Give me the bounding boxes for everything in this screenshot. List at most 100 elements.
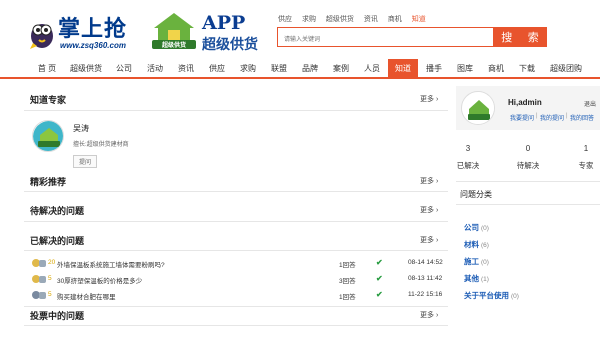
solved-row[interactable]: 5 购买建材合肥在哪里 1回答 ✔ 11-22 15:16 [24,290,448,302]
stat-solved-value: 3 [465,144,471,153]
check-icon: ✔ [376,258,383,267]
nav-events[interactable]: 活动 [145,59,165,79]
voting-more-link[interactable]: 更多 › [420,310,438,320]
divider [456,204,600,205]
nav-brand[interactable]: 品牌 [300,59,320,79]
coin-icon [39,292,46,299]
stat-experts-label: 专家 [578,161,594,170]
expert-avatar-icon [33,121,63,151]
separator: | [536,113,538,119]
pending-more-link[interactable]: 更多 › [420,205,438,215]
divider [24,191,448,192]
stat-pending-value: 0 [525,144,531,153]
toplink-shangji[interactable]: 商机 [388,16,402,23]
user-panel: Hi,admin 退出 我要提问 | 我的提问 | 我的回答 [456,86,600,130]
nav-company[interactable]: 公司 [114,59,134,79]
search-box: 搜 索 [277,27,547,49]
my-answers-link[interactable]: 我的回答 [570,113,594,122]
nav-home[interactable]: 首 页 [36,59,58,79]
category-name[interactable]: 关于平台使用 [464,291,509,300]
nav-gallery[interactable]: 图库 [455,59,475,79]
categories-title: 问题分类 [460,190,492,199]
nav-news[interactable]: 资讯 [176,59,196,79]
divider [24,306,448,307]
question-link[interactable]: 购买建材合肥在哪里 [57,291,116,301]
toplink-gongying[interactable]: 供应 [278,16,292,23]
nav-alliance[interactable]: 联盟 [269,59,289,79]
solved-row[interactable]: 20 外墙保温板系统施工墙体需要粉刷吗? 1回答 ✔ 08-14 14:52 [24,258,448,270]
toplink-qiugou[interactable]: 求购 [302,16,316,23]
divider [24,325,448,326]
nav-cases[interactable]: 案例 [331,59,351,79]
nav-people[interactable]: 人员 [362,59,382,79]
category-count: (6) [481,242,489,249]
answer-count: 1回答 [339,294,356,301]
search-input[interactable] [278,31,488,49]
user-avatar[interactable] [461,91,495,125]
stat-pending-label: 待解决 [516,161,540,170]
check-icon: ✔ [376,274,383,283]
reward-points: 5 [48,275,52,282]
site-logo[interactable]: 掌上抢 www.zsq360.com [24,10,144,52]
nav-chaoji[interactable]: 超级供货 [68,59,104,79]
experts-title: 知道专家 [30,95,67,105]
category-count: (0) [481,259,489,266]
expert-avatar[interactable] [32,120,64,152]
ask-expert-button[interactable]: 提问 [73,155,98,168]
question-date: 08-14 14:52 [408,259,443,266]
question-link[interactable]: 30厚挤塑保温板的价格是多少 [57,275,142,285]
search-button[interactable]: 搜 索 [493,27,547,47]
featured-more-link[interactable]: 更多 › [420,176,438,186]
solved-more-link[interactable]: 更多 › [420,235,438,245]
category-name[interactable]: 公司 [464,223,479,232]
logout-link[interactable]: 退出 [584,99,596,108]
nav-download[interactable]: 下载 [517,59,537,79]
my-questions-link[interactable]: 我的提问 [540,113,564,122]
nav-boshou[interactable]: 播手 [424,59,444,79]
mascot-icon [30,24,53,49]
category-item[interactable]: 材料 (6) [464,239,489,250]
question-link[interactable]: 外墙保温板系统施工墙体需要粉刷吗? [57,259,165,269]
stat-experts-value: 1 [583,144,589,153]
category-count: (0) [481,225,489,232]
answer-count: 3回答 [339,278,356,285]
toplink-chaoji[interactable]: 超级供货 [326,16,354,23]
solved-row[interactable]: 5 30厚挤塑保温板的价格是多少 3回答 ✔ 08-13 11:42 [24,274,448,286]
category-item[interactable]: 其他 (1) [464,273,489,284]
category-name[interactable]: 其他 [464,274,479,283]
toplink-zhidao[interactable]: 知道 [412,16,426,23]
top-links: 供应 求购 超级供货 资讯 商机 知道 [278,14,434,24]
divider [456,181,600,182]
expert-name[interactable]: 吴涛 [73,123,89,134]
header: 掌上抢 www.zsq360.com 超级供货 APP 超级供货 供应 求购 超… [0,0,600,60]
experts-more-link[interactable]: 更多 › [420,94,438,104]
solved-title: 已解决的问题 [30,236,85,246]
category-item[interactable]: 施工 (0) [464,256,489,267]
voting-title: 投票中的问题 [30,311,85,321]
nav-supply[interactable]: 供应 [207,59,227,79]
reward-points: 5 [48,291,52,298]
coin-icon [39,260,46,267]
user-greeting: Hi,admin [508,98,542,107]
main-nav: 首 页 超级供货 公司 活动 资讯 供应 求购 联盟 品牌 案例 人员 知道 播… [0,59,600,79]
divider [24,250,448,251]
nav-group-buy[interactable]: 超级团购 [548,59,584,79]
ask-question-link[interactable]: 我要提问 [510,113,534,122]
house-badge-text: 超级供货 [161,41,186,49]
toplink-zixun[interactable]: 资讯 [364,16,378,23]
nav-buy[interactable]: 求购 [238,59,258,79]
answer-count: 1回答 [339,262,356,269]
nav-zhidao[interactable]: 知道 [388,59,418,79]
category-item[interactable]: 公司 (0) [464,222,489,233]
stat-solved-label: 已解决 [456,161,480,170]
category-name[interactable]: 施工 [464,257,479,266]
nav-business[interactable]: 商机 [486,59,506,79]
divider [24,221,448,222]
featured-title: 精彩推荐 [30,177,67,187]
category-name[interactable]: 材料 [464,240,479,249]
app-logo[interactable]: 超级供货 APP 超级供货 [150,8,270,53]
expert-desc: 擅长:超级供货建材商 [73,142,129,148]
house-icon: 超级供货 [152,13,196,49]
category-item[interactable]: 关于平台使用 (0) [464,290,519,301]
logo-url: www.zsq360.com [60,41,126,50]
